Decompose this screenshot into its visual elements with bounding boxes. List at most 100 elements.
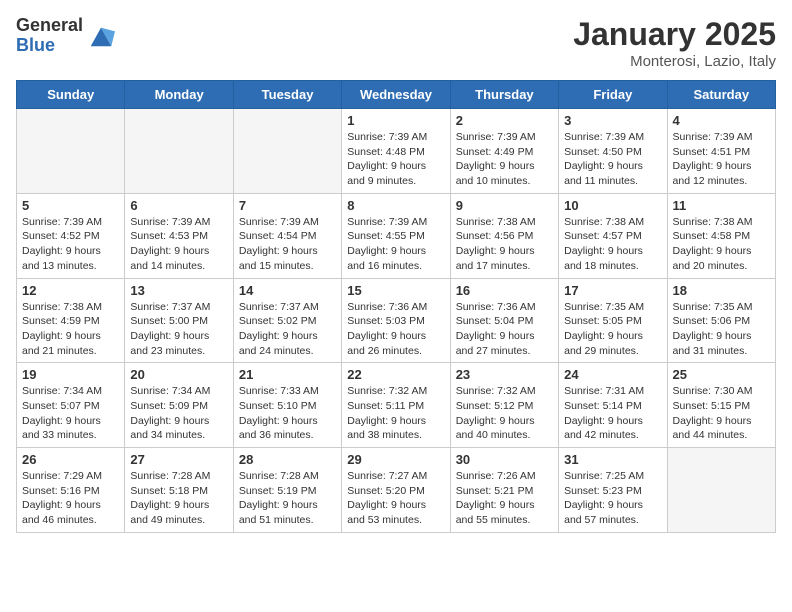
day-number: 28	[239, 452, 336, 467]
day-number: 18	[673, 283, 770, 298]
day-info: Sunrise: 7:30 AM Sunset: 5:15 PM Dayligh…	[673, 384, 770, 443]
day-number: 19	[22, 367, 119, 382]
day-number: 11	[673, 198, 770, 213]
week-row-5: 26 Sunrise: 7:29 AM Sunset: 5:16 PM Dayli…	[17, 448, 776, 533]
day-number: 16	[456, 283, 553, 298]
day-info: Sunrise: 7:39 AM Sunset: 4:52 PM Dayligh…	[22, 215, 119, 274]
table-row: 1Sunrise: 7:39 AM Sunset: 4:48 PM Daylig…	[342, 109, 450, 194]
table-row: 12 Sunrise: 7:38 AM Sunset: 4:59 PM Dayli…	[17, 278, 125, 363]
table-row: 24 Sunrise: 7:31 AM Sunset: 5:14 PM Dayli…	[559, 363, 667, 448]
week-row-3: 12 Sunrise: 7:38 AM Sunset: 4:59 PM Dayli…	[17, 278, 776, 363]
day-info: Sunrise: 7:27 AM Sunset: 5:20 PM Dayligh…	[347, 469, 444, 528]
day-number: 13	[130, 283, 227, 298]
day-info: Sunrise: 7:39 AM Sunset: 4:51 PM Dayligh…	[673, 130, 770, 189]
table-row: 20 Sunrise: 7:34 AM Sunset: 5:09 PM Dayli…	[125, 363, 233, 448]
day-number: 29	[347, 452, 444, 467]
day-info: Sunrise: 7:32 AM Sunset: 5:11 PM Dayligh…	[347, 384, 444, 443]
day-info: Sunrise: 7:34 AM Sunset: 5:07 PM Dayligh…	[22, 384, 119, 443]
weekday-header-tuesday: Tuesday	[233, 81, 341, 109]
day-info: Sunrise: 7:31 AM Sunset: 5:14 PM Dayligh…	[564, 384, 661, 443]
weekday-header-row: SundayMondayTuesdayWednesdayThursdayFrid…	[17, 81, 776, 109]
day-info: Sunrise: 7:38 AM Sunset: 4:56 PM Dayligh…	[456, 215, 553, 274]
weekday-header-monday: Monday	[125, 81, 233, 109]
logo-icon	[87, 22, 115, 50]
day-number: 3	[564, 113, 661, 128]
table-row: 4 Sunrise: 7:39 AM Sunset: 4:51 PM Daylig…	[667, 109, 775, 194]
weekday-header-sunday: Sunday	[17, 81, 125, 109]
day-info: Sunrise: 7:38 AM Sunset: 4:59 PM Dayligh…	[22, 300, 119, 359]
table-row: 31 Sunrise: 7:25 AM Sunset: 5:23 PM Dayli…	[559, 448, 667, 533]
weekday-header-saturday: Saturday	[667, 81, 775, 109]
table-row: 22Sunrise: 7:32 AM Sunset: 5:11 PM Dayli…	[342, 363, 450, 448]
day-info: Sunrise: 7:34 AM Sunset: 5:09 PM Dayligh…	[130, 384, 227, 443]
day-info: Sunrise: 7:39 AM Sunset: 4:55 PM Dayligh…	[347, 215, 444, 274]
day-info: Sunrise: 7:28 AM Sunset: 5:18 PM Dayligh…	[130, 469, 227, 528]
day-info: Sunrise: 7:25 AM Sunset: 5:23 PM Dayligh…	[564, 469, 661, 528]
page-header: General Blue January 2025 Monterosi, Laz…	[16, 16, 776, 70]
weekday-header-friday: Friday	[559, 81, 667, 109]
table-row	[17, 109, 125, 194]
logo: General Blue	[16, 16, 115, 56]
day-number: 15	[347, 283, 444, 298]
day-number: 1	[347, 113, 444, 128]
table-row: 29 Sunrise: 7:27 AM Sunset: 5:20 PM Dayli…	[342, 448, 450, 533]
table-row: 6Sunrise: 7:39 AM Sunset: 4:53 PM Daylig…	[125, 193, 233, 278]
day-number: 8	[347, 198, 444, 213]
table-row: 26 Sunrise: 7:29 AM Sunset: 5:16 PM Dayli…	[17, 448, 125, 533]
table-row: 27 Sunrise: 7:28 AM Sunset: 5:18 PM Dayli…	[125, 448, 233, 533]
day-number: 9	[456, 198, 553, 213]
table-row: 15Sunrise: 7:36 AM Sunset: 5:03 PM Dayli…	[342, 278, 450, 363]
day-number: 27	[130, 452, 227, 467]
table-row: 25Sunrise: 7:30 AM Sunset: 5:15 PM Dayli…	[667, 363, 775, 448]
day-info: Sunrise: 7:36 AM Sunset: 5:04 PM Dayligh…	[456, 300, 553, 359]
week-row-2: 5 Sunrise: 7:39 AM Sunset: 4:52 PM Daylig…	[17, 193, 776, 278]
day-info: Sunrise: 7:38 AM Sunset: 4:57 PM Dayligh…	[564, 215, 661, 274]
title-block: January 2025 Monterosi, Lazio, Italy	[573, 16, 776, 70]
logo-blue-text: Blue	[16, 36, 83, 56]
table-row: 16 Sunrise: 7:36 AM Sunset: 5:04 PM Dayli…	[450, 278, 558, 363]
table-row: 23Sunrise: 7:32 AM Sunset: 5:12 PM Dayli…	[450, 363, 558, 448]
calendar-table: SundayMondayTuesdayWednesdayThursdayFrid…	[16, 80, 776, 533]
day-info: Sunrise: 7:35 AM Sunset: 5:05 PM Dayligh…	[564, 300, 661, 359]
day-number: 4	[673, 113, 770, 128]
day-number: 17	[564, 283, 661, 298]
day-info: Sunrise: 7:39 AM Sunset: 4:54 PM Dayligh…	[239, 215, 336, 274]
day-number: 30	[456, 452, 553, 467]
day-number: 2	[456, 113, 553, 128]
week-row-1: 1Sunrise: 7:39 AM Sunset: 4:48 PM Daylig…	[17, 109, 776, 194]
day-info: Sunrise: 7:28 AM Sunset: 5:19 PM Dayligh…	[239, 469, 336, 528]
day-info: Sunrise: 7:26 AM Sunset: 5:21 PM Dayligh…	[456, 469, 553, 528]
day-info: Sunrise: 7:37 AM Sunset: 5:00 PM Dayligh…	[130, 300, 227, 359]
day-number: 7	[239, 198, 336, 213]
day-info: Sunrise: 7:35 AM Sunset: 5:06 PM Dayligh…	[673, 300, 770, 359]
weekday-header-thursday: Thursday	[450, 81, 558, 109]
table-row: 10 Sunrise: 7:38 AM Sunset: 4:57 PM Dayli…	[559, 193, 667, 278]
table-row: 9 Sunrise: 7:38 AM Sunset: 4:56 PM Daylig…	[450, 193, 558, 278]
table-row	[125, 109, 233, 194]
day-info: Sunrise: 7:37 AM Sunset: 5:02 PM Dayligh…	[239, 300, 336, 359]
day-number: 21	[239, 367, 336, 382]
day-number: 31	[564, 452, 661, 467]
logo-general-text: General	[16, 16, 83, 36]
day-number: 6	[130, 198, 227, 213]
table-row	[667, 448, 775, 533]
day-info: Sunrise: 7:29 AM Sunset: 5:16 PM Dayligh…	[22, 469, 119, 528]
day-info: Sunrise: 7:32 AM Sunset: 5:12 PM Dayligh…	[456, 384, 553, 443]
day-number: 14	[239, 283, 336, 298]
day-number: 20	[130, 367, 227, 382]
day-info: Sunrise: 7:39 AM Sunset: 4:49 PM Dayligh…	[456, 130, 553, 189]
table-row: 14 Sunrise: 7:37 AM Sunset: 5:02 PM Dayli…	[233, 278, 341, 363]
day-number: 24	[564, 367, 661, 382]
table-row: 13 Sunrise: 7:37 AM Sunset: 5:00 PM Dayli…	[125, 278, 233, 363]
table-row: 18 Sunrise: 7:35 AM Sunset: 5:06 PM Dayli…	[667, 278, 775, 363]
table-row: 21 Sunrise: 7:33 AM Sunset: 5:10 PM Dayli…	[233, 363, 341, 448]
table-row: 2 Sunrise: 7:39 AM Sunset: 4:49 PM Daylig…	[450, 109, 558, 194]
day-number: 26	[22, 452, 119, 467]
day-info: Sunrise: 7:33 AM Sunset: 5:10 PM Dayligh…	[239, 384, 336, 443]
day-number: 12	[22, 283, 119, 298]
day-info: Sunrise: 7:38 AM Sunset: 4:58 PM Dayligh…	[673, 215, 770, 274]
location: Monterosi, Lazio, Italy	[573, 53, 776, 70]
day-number: 10	[564, 198, 661, 213]
day-info: Sunrise: 7:39 AM Sunset: 4:50 PM Dayligh…	[564, 130, 661, 189]
day-number: 5	[22, 198, 119, 213]
